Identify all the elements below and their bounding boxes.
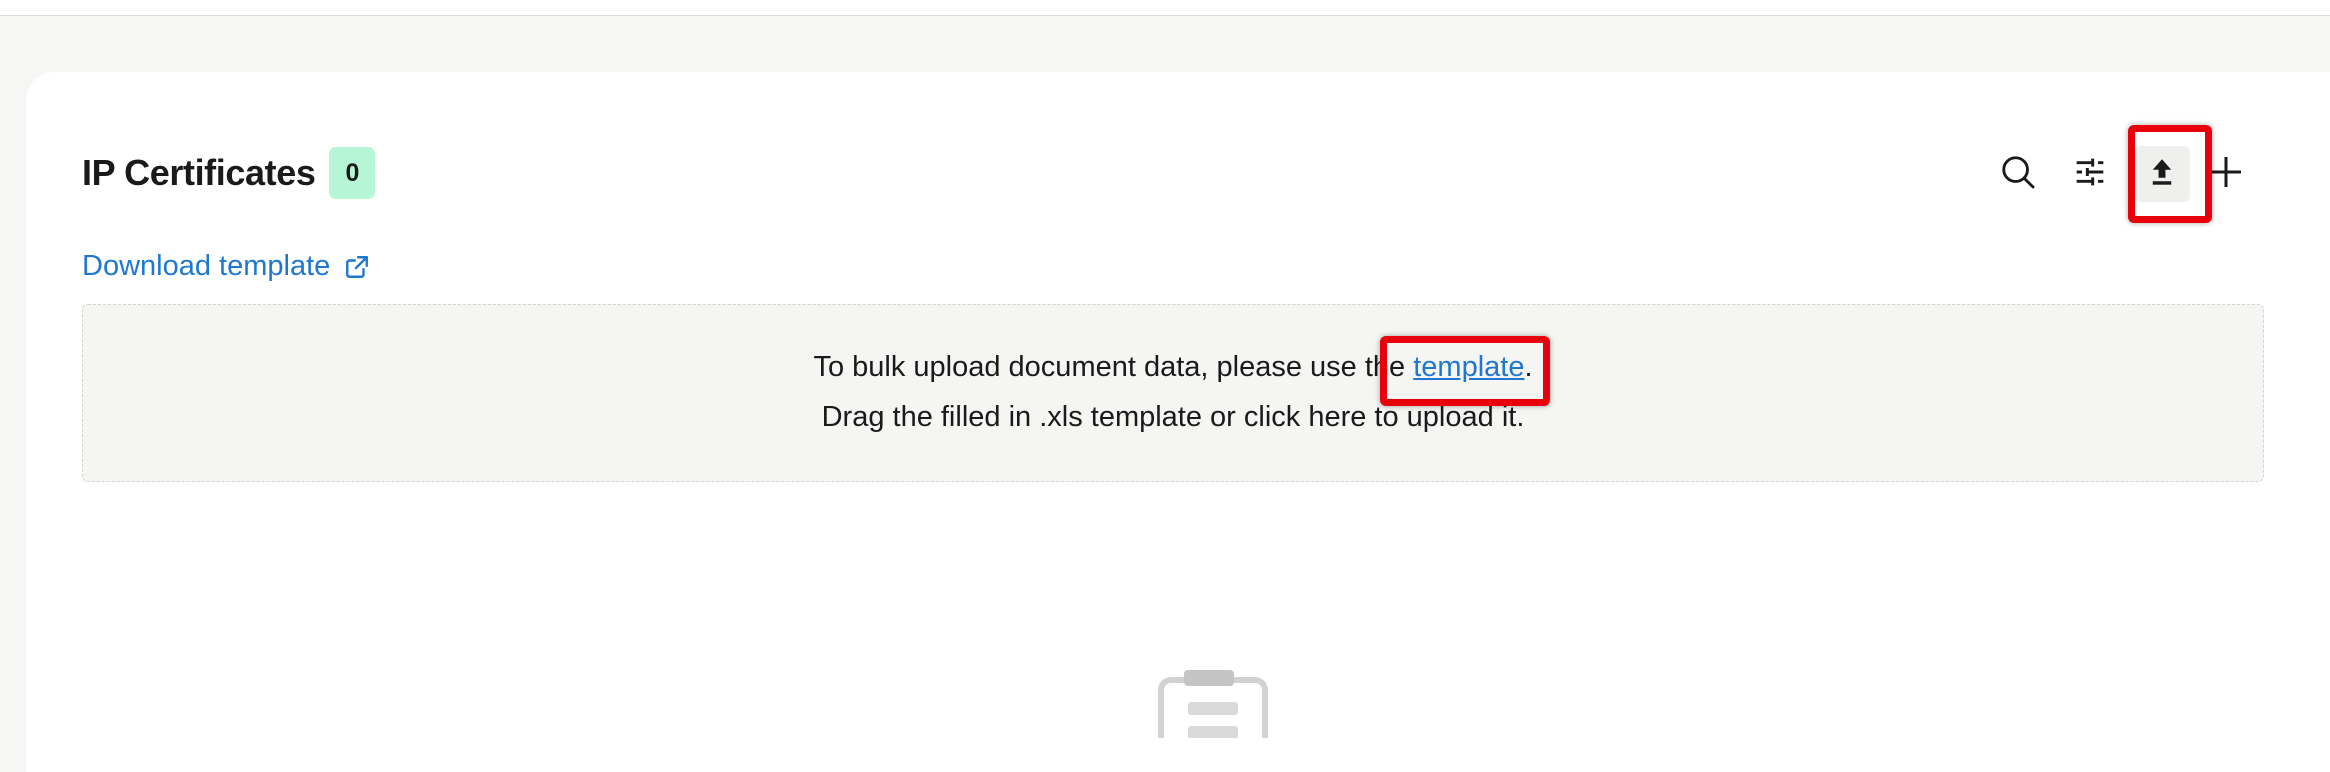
- sliders-icon: [2074, 156, 2106, 193]
- plus-icon: [2208, 154, 2244, 195]
- search-button[interactable]: [1990, 146, 2046, 202]
- page-title: IP Certificates: [82, 152, 316, 193]
- filter-button[interactable]: [2062, 146, 2118, 202]
- upload-button[interactable]: [2134, 146, 2190, 202]
- top-bar: [0, 0, 2330, 16]
- search-icon: [1999, 153, 2037, 196]
- bulk-upload-dropzone[interactable]: To bulk upload document data, please use…: [82, 304, 2264, 482]
- external-link-icon: [344, 254, 370, 280]
- download-template-label: Download template: [82, 250, 331, 282]
- dropzone-instruction-line1: To bulk upload document data, please use…: [83, 351, 2263, 384]
- add-button[interactable]: [2198, 146, 2254, 202]
- dropzone-suffix-text: .: [1524, 351, 1533, 383]
- count-badge: 0: [329, 147, 376, 199]
- dropzone-instruction-line2: Drag the filled in .xls template or clic…: [821, 401, 1525, 433]
- download-template-link[interactable]: Download template: [82, 250, 370, 283]
- upload-icon: [2148, 157, 2176, 192]
- section-header: IP Certificates 0: [82, 146, 376, 200]
- clipboard-icon: [1158, 668, 1268, 772]
- template-link[interactable]: template: [1413, 351, 1524, 383]
- dropzone-prefix-text: To bulk upload document data, please use…: [813, 351, 1414, 383]
